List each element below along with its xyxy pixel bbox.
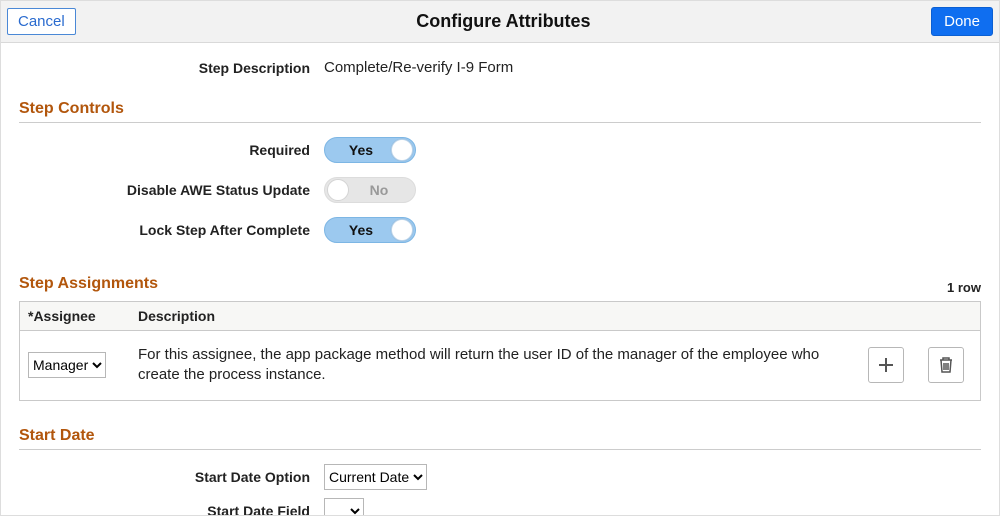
done-button[interactable]: Done	[931, 7, 993, 36]
toggle-knob	[391, 219, 413, 241]
start-date-field-select[interactable]	[324, 498, 364, 516]
content-scroll[interactable]: Step Description Complete/Re-verify I-9 …	[1, 43, 999, 515]
start-date-field-label: Start Date Field	[19, 503, 324, 516]
disable-awe-toggle[interactable]: No	[324, 177, 416, 203]
divider	[19, 122, 981, 123]
step-description-label: Step Description	[19, 60, 324, 76]
disable-awe-label: Disable AWE Status Update	[19, 182, 324, 198]
assignee-select[interactable]: Manager	[28, 352, 106, 378]
start-date-option-select[interactable]: Current Date	[324, 464, 427, 490]
lock-step-toggle[interactable]: Yes	[324, 217, 416, 243]
cancel-button[interactable]: Cancel	[7, 8, 76, 35]
lock-step-label: Lock Step After Complete	[19, 222, 324, 238]
assignments-grid: *Assignee Description Manager For this a…	[19, 301, 981, 401]
step-description-value: Complete/Re-verify I-9 Form	[324, 59, 513, 76]
start-date-option-label: Start Date Option	[19, 469, 324, 485]
plus-icon	[877, 356, 895, 374]
page-title: Configure Attributes	[416, 11, 590, 32]
col-header-assignee: *Assignee	[20, 302, 130, 330]
assignments-row-count: 1 row	[947, 280, 981, 297]
required-toggle[interactable]: Yes	[324, 137, 416, 163]
section-step-controls: Step Controls	[19, 100, 981, 118]
section-step-assignments: Step Assignments	[19, 275, 158, 293]
toggle-knob	[391, 139, 413, 161]
toggle-knob	[327, 179, 349, 201]
trash-icon	[938, 356, 954, 374]
delete-row-button[interactable]	[928, 347, 964, 383]
col-header-description: Description	[130, 302, 860, 330]
table-row: Manager For this assignee, the app packa…	[20, 331, 980, 400]
required-label: Required	[19, 142, 324, 158]
section-start-date: Start Date	[19, 427, 981, 445]
divider	[19, 449, 981, 450]
add-row-button[interactable]	[868, 347, 904, 383]
assignee-description: For this assignee, the app package metho…	[130, 339, 860, 392]
